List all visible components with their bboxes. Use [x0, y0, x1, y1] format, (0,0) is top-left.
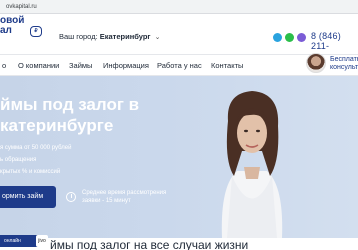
nav-item-info[interactable]: Информация: [103, 61, 149, 70]
review-line2: заявки - 15 минут: [82, 198, 131, 204]
city-selector[interactable]: Ваш город: Екатеринбург ⌄: [59, 32, 161, 41]
nav-item-jobs[interactable]: Работа у нас: [157, 61, 202, 70]
telegram-icon[interactable]: [273, 33, 282, 42]
address-bar[interactable]: ovkapital.ru: [0, 0, 358, 14]
consult-line1: Бесплатн: [330, 56, 358, 63]
apply-loan-button[interactable]: ормить займ: [0, 186, 56, 208]
hero-title-line2: катеринбурге: [0, 116, 114, 135]
city-label: Ваш город:: [59, 32, 98, 41]
consult-line2: консульт: [330, 64, 358, 71]
consultant-photo: [221, 91, 283, 238]
nav-item-contacts[interactable]: Контакты: [211, 61, 243, 70]
review-time-note: Среднее время рассмотрения заявки - 15 м…: [82, 189, 166, 205]
jivo-logo[interactable]: jivo: [36, 235, 48, 247]
hero-bullet-3: крытых % и комиссий: [0, 169, 61, 175]
logo-mark-icon: ₽: [30, 26, 42, 37]
hero-bullet-1: я сумма от 50 000 рублей: [0, 145, 72, 151]
nav-item-loans[interactable]: Займы: [69, 61, 92, 70]
hero-title-line1: ймы под залог в: [0, 95, 140, 114]
logo[interactable]: овой ал ₽: [0, 16, 46, 46]
hero-title: ймы под залог в катеринбурге: [0, 94, 170, 136]
hero-banner: ймы под залог в катеринбурге я сумма от …: [0, 76, 358, 238]
review-line1: Среднее время рассмотрения: [82, 190, 167, 196]
hero-bullet-2: ь обращения: [0, 157, 37, 163]
clock-icon: [66, 192, 76, 202]
nav-item-partial[interactable]: о: [2, 61, 6, 70]
free-consult-link[interactable]: Бесплатн консульт: [330, 56, 358, 72]
whatsapp-icon[interactable]: [285, 33, 294, 42]
chevron-down-icon: ⌄: [154, 34, 161, 41]
viber-icon[interactable]: [297, 33, 306, 42]
nav-item-about[interactable]: О компании: [18, 61, 59, 70]
hero-bullets: я сумма от 50 000 рублей ь обращения кры…: [0, 142, 71, 178]
consultant-avatar[interactable]: [306, 53, 326, 73]
phone-number[interactable]: 8 (846) 211-: [311, 31, 358, 51]
city-value: Екатеринбург: [99, 32, 151, 41]
main-nav: о О компании Займы Информация Работа у н…: [0, 54, 358, 76]
section-title: ймы под залог на все случаи жизни: [0, 238, 358, 250]
